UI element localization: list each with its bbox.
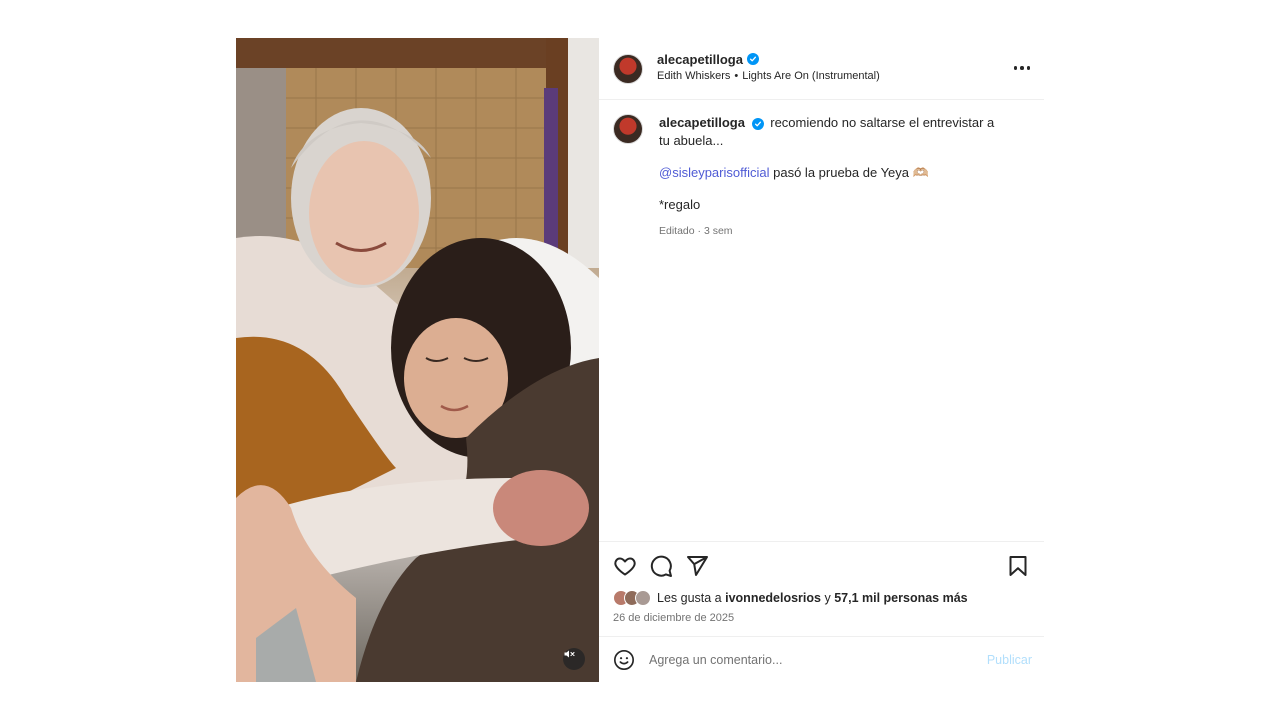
action-buttons	[613, 554, 709, 578]
photo-illustration	[236, 38, 599, 682]
likes-prefix: Les gusta a	[657, 591, 722, 605]
mute-toggle-button[interactable]	[563, 648, 585, 670]
likes-user[interactable]: ivonnedelosrios	[725, 591, 821, 605]
heart-icon[interactable]	[613, 554, 637, 578]
username-row: alecapetilloga	[657, 52, 880, 67]
caption-mention-text: pasó la prueba de Yeya 🫶🏼	[773, 165, 929, 180]
instagram-post: alecapetilloga Edith Whiskers • Lights A…	[236, 38, 1044, 682]
author-avatar[interactable]	[613, 53, 643, 84]
likes-count[interactable]: 57,1 mil personas más	[834, 591, 967, 605]
audio-separator: •	[734, 69, 739, 82]
caption-mention[interactable]: @sisleyparisofficial	[659, 165, 770, 180]
action-row	[613, 554, 1030, 578]
comment-bar: Publicar	[599, 636, 1044, 682]
author-username[interactable]: alecapetilloga	[657, 52, 743, 67]
post-header: alecapetilloga Edith Whiskers • Lights A…	[599, 38, 1044, 100]
caption-username[interactable]: alecapetilloga	[659, 115, 745, 130]
post-date: 26 de diciembre de 2025	[613, 612, 735, 624]
caption-line-1: alecapetilloga recomiendo no saltarse el…	[659, 114, 999, 150]
verified-icon	[751, 118, 764, 130]
caption-area: alecapetilloga recomiendo no saltarse el…	[599, 100, 1044, 541]
post-media[interactable]	[236, 38, 599, 682]
mute-icon	[564, 650, 575, 658]
more-options-icon[interactable]	[1013, 60, 1030, 76]
likes-and: y	[824, 591, 831, 605]
likes-summary[interactable]: Les gusta a ivonnedelosrios y 57,1 mil p…	[613, 590, 1030, 606]
header-meta: alecapetilloga Edith Whiskers • Lights A…	[657, 52, 880, 82]
caption-line-3: *regalo	[659, 197, 701, 212]
verified-icon	[746, 53, 759, 65]
audio-attribution[interactable]: Edith Whiskers • Lights Are On (Instrume…	[657, 70, 880, 82]
post-sidebar: alecapetilloga Edith Whiskers • Lights A…	[599, 38, 1044, 682]
bookmark-icon[interactable]	[1006, 554, 1030, 578]
edited-timestamp: Editado · 3 sem	[659, 225, 733, 237]
liker-avatar	[635, 590, 651, 606]
caption-avatar[interactable]	[613, 114, 643, 144]
actions-area: Les gusta a ivonnedelosrios y 57,1 mil p…	[599, 541, 1044, 636]
liker-avatars	[613, 590, 651, 606]
emoji-icon[interactable]	[613, 649, 635, 671]
caption-body: alecapetilloga recomiendo no saltarse el…	[659, 114, 999, 240]
audio-track: Lights Are On (Instrumental)	[742, 69, 880, 82]
caption: alecapetilloga recomiendo no saltarse el…	[613, 114, 1030, 240]
caption-line-2: @sisleyparisofficial pasó la prueba de Y…	[659, 164, 999, 182]
publish-button[interactable]: Publicar	[987, 653, 1032, 667]
audio-artist: Edith Whiskers	[657, 69, 731, 82]
share-icon[interactable]	[685, 554, 709, 578]
comment-icon[interactable]	[649, 554, 673, 578]
comment-input[interactable]	[649, 652, 987, 667]
